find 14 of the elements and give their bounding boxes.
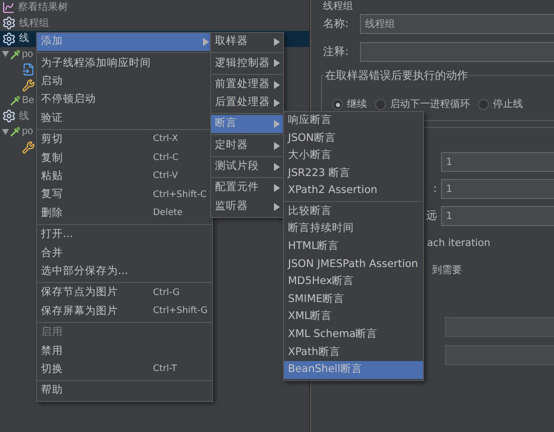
- tree-label: 线: [19, 110, 29, 124]
- tree-label: 线: [19, 32, 29, 46]
- field-label: 注释:: [323, 44, 350, 60]
- checkbox-label: 到需要: [432, 264, 463, 278]
- panel-title: 线程组: [323, 0, 354, 13]
- tree-label: 线程组: [19, 16, 49, 31]
- tree-label: Be: [22, 94, 34, 108]
- field-label: :: [433, 180, 437, 197]
- tree-label: 察看结果树: [18, 0, 68, 16]
- checkbox-label: ach iteration: [427, 237, 492, 251]
- tree-label: po: [22, 48, 34, 62]
- tree-label: po: [22, 125, 34, 140]
- field-label: 名称:: [323, 16, 350, 32]
- field-label: 远: [426, 208, 437, 224]
